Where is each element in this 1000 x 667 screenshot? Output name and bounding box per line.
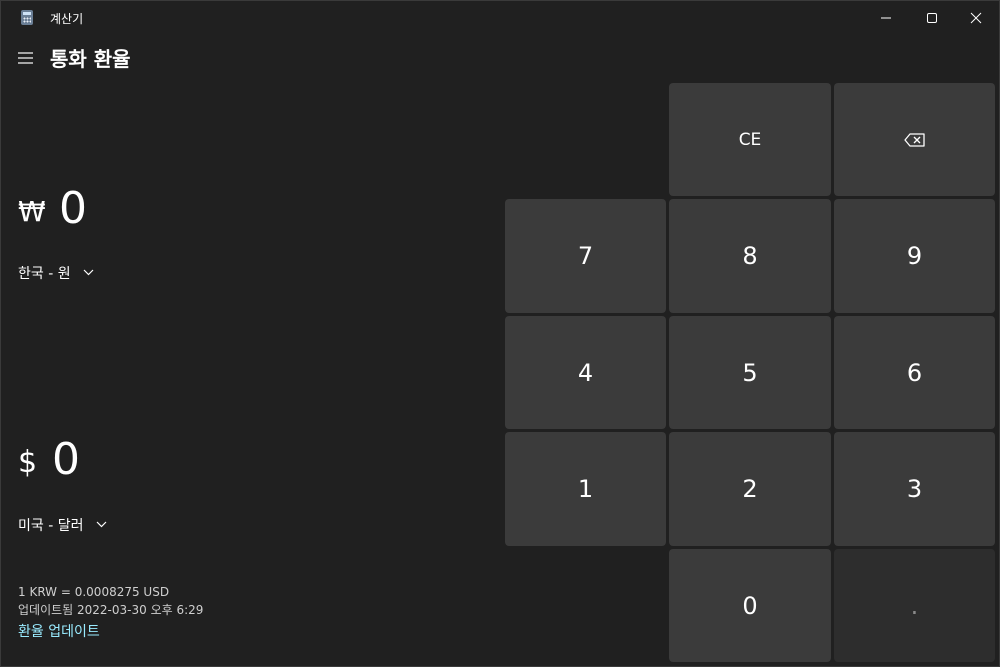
calculator-window: 계산기 통화 환율 ₩ 0 한국 - 원 $ 0 미국 - 달러 1 KRW =… [0,0,1000,667]
digit-7-button[interactable]: 7 [505,199,666,313]
digit-4-button[interactable]: 4 [505,316,666,429]
clear-entry-button[interactable]: CE [669,83,831,196]
minimize-icon [881,17,891,19]
exchange-rate-text: 1 KRW = 0.0008275 USD [18,585,170,599]
decimal-point-button[interactable]: . [834,549,995,662]
from-currency-dropdown[interactable]: 한국 - 원 [18,263,94,283]
title-bar: 계산기 [1,1,999,35]
maximize-icon [927,13,937,23]
last-updated-text: 업데이트됨 2022-03-30 오후 6:29 [18,603,204,617]
from-currency-symbol: ₩ [18,195,46,228]
digit-3-button[interactable]: 3 [834,432,995,546]
minimize-button[interactable] [863,1,909,35]
from-amount-display[interactable]: 0 [59,183,87,234]
page-title: 통화 환율 [50,47,131,71]
digit-8-button[interactable]: 8 [669,199,831,313]
to-amount-display[interactable]: 0 [52,434,80,485]
backspace-icon [903,132,925,147]
app-title: 계산기 [50,12,84,26]
maximize-button[interactable] [909,1,955,35]
from-currency-label: 한국 - 원 [18,266,71,282]
close-button[interactable] [953,1,999,35]
digit-2-button[interactable]: 2 [669,432,831,546]
digit-9-button[interactable]: 9 [834,199,995,313]
calculator-app-icon [21,10,33,25]
close-icon [970,12,982,24]
navigation-menu-button[interactable] [17,50,35,66]
digit-6-button[interactable]: 6 [834,316,995,429]
digit-1-button[interactable]: 1 [505,432,666,546]
backspace-button[interactable] [834,83,995,196]
digit-5-button[interactable]: 5 [669,316,831,429]
to-currency-label: 미국 - 달러 [18,518,84,534]
to-currency-symbol: $ [18,445,38,480]
hamburger-icon [18,52,33,64]
chevron-down-icon [96,521,107,527]
digit-0-button[interactable]: 0 [669,549,831,662]
update-rates-link[interactable]: 환율 업데이트 [18,621,100,641]
to-currency-dropdown[interactable]: 미국 - 달러 [18,515,107,535]
chevron-down-icon [83,269,94,275]
